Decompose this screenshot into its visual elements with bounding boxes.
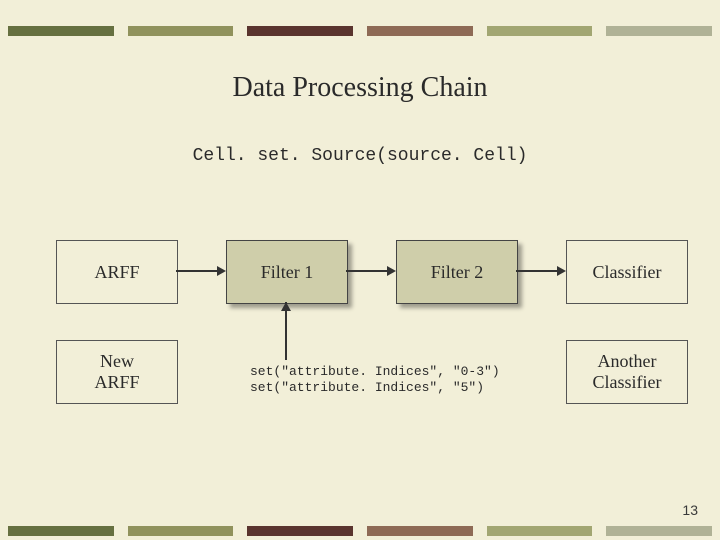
slide-subtitle: Cell. set. Source(source. Cell) [0, 146, 720, 166]
connector [516, 270, 558, 272]
arrow-right-icon [217, 266, 226, 276]
box-classifier: Classifier [566, 240, 688, 304]
footer-stripes [0, 526, 720, 536]
box-another-classifier: Another Classifier [566, 340, 688, 404]
header-stripes [0, 26, 720, 36]
box-filter2: Filter 2 [396, 240, 518, 304]
box-arff: ARFF [56, 240, 178, 304]
connector [346, 270, 388, 272]
code-line-1: set("attribute. Indices", "0-3") [250, 364, 500, 379]
slide-title: Data Processing Chain [0, 72, 720, 104]
box-new-arff: New ARFF [56, 340, 178, 404]
page-number: 13 [682, 502, 698, 518]
arrow-right-icon [387, 266, 396, 276]
code-line-2: set("attribute. Indices", "5") [250, 380, 484, 395]
box-filter1: Filter 1 [226, 240, 348, 304]
connector [176, 270, 218, 272]
arrow-up-icon [281, 302, 291, 311]
arrow-right-icon [557, 266, 566, 276]
